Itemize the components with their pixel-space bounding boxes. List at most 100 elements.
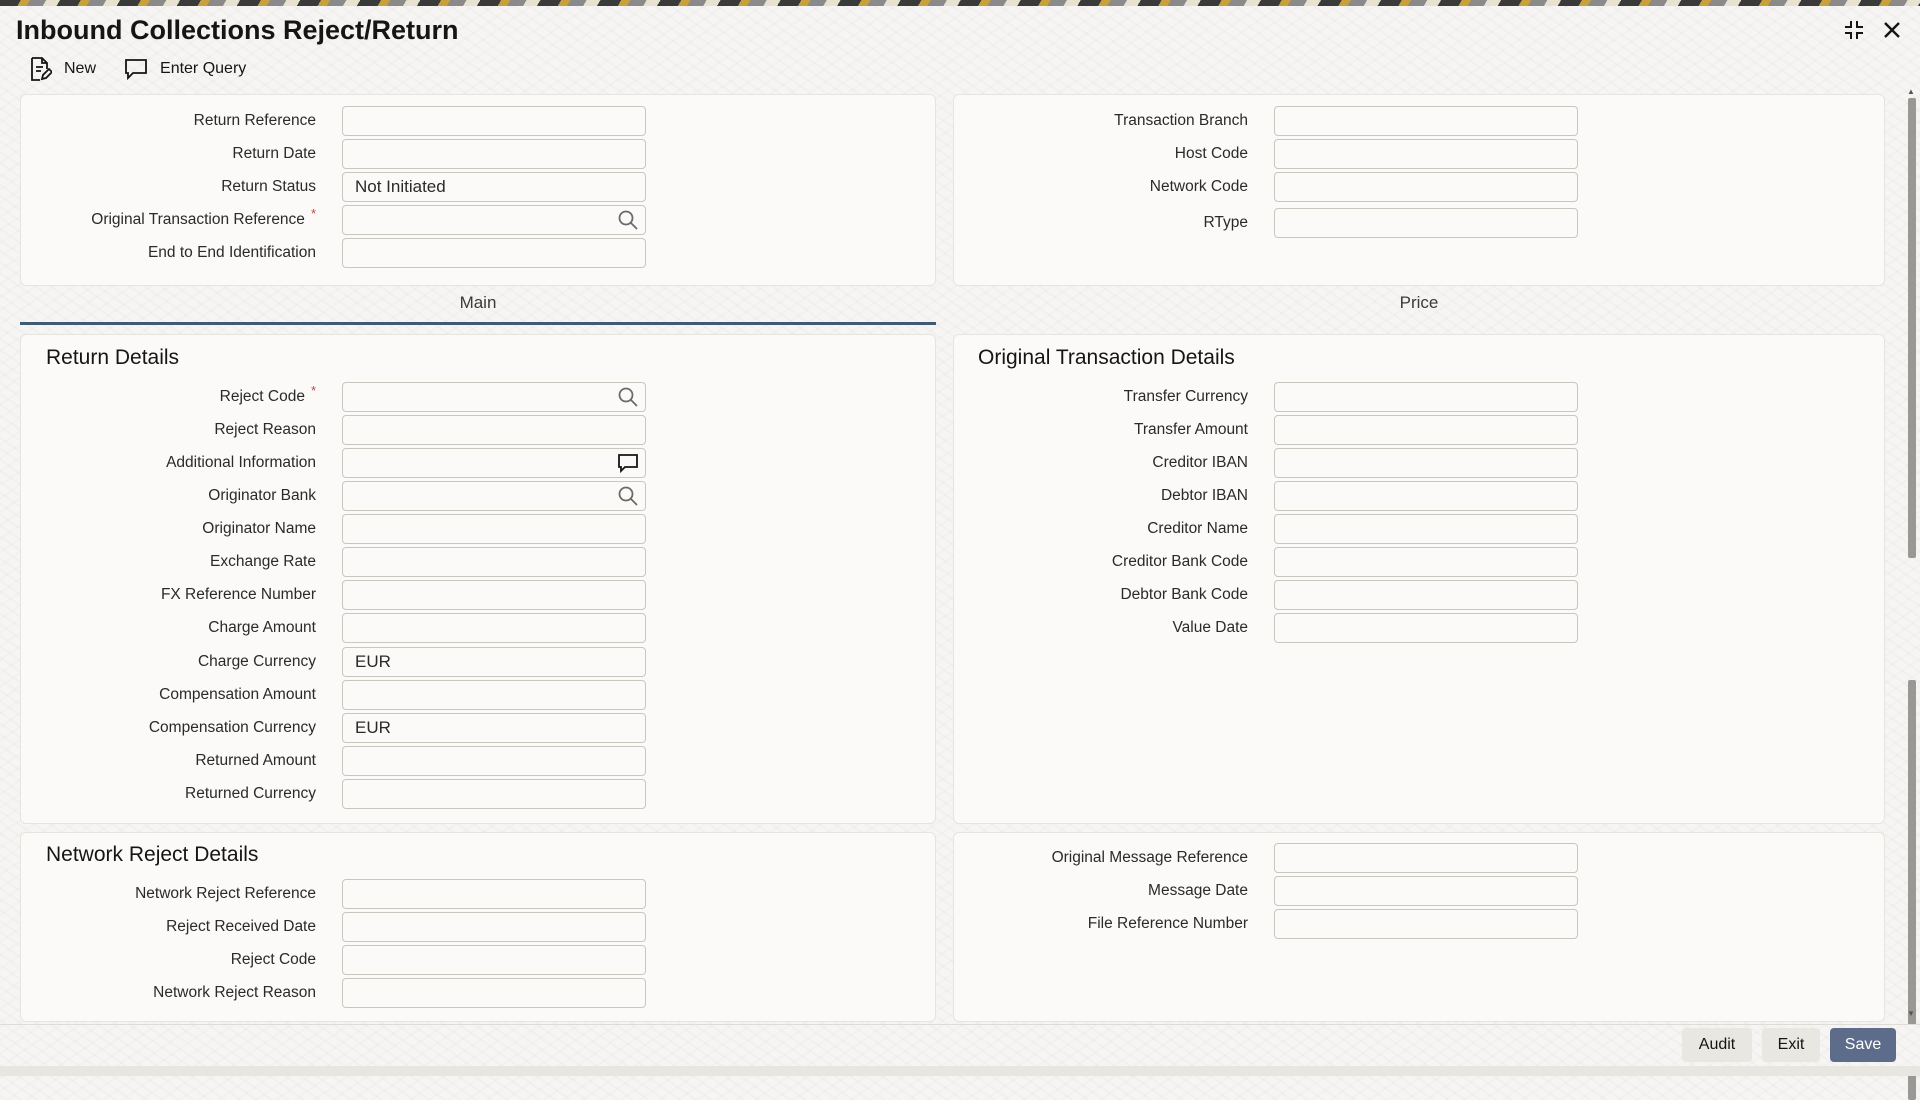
new-label: New [64,60,97,77]
returned-amount-label: Returned Amount [195,752,316,769]
creditor-bank-code-input[interactable] [1274,547,1578,577]
network-code-input[interactable] [1274,172,1578,202]
charge-currency-label: Charge Currency [197,653,316,670]
debtor-bank-code-label: Debtor Bank Code [1120,586,1248,603]
query-chat-icon [125,59,147,80]
tab-price[interactable]: Price [953,293,1885,313]
original-message-reference-label: Original Message Reference [1051,849,1248,866]
file-reference-number-label: File Reference Number [1087,915,1248,932]
originator-bank-label: Originator Bank [208,487,316,504]
original-transaction-reference-label-wrap: Original Transaction Reference * [0,204,316,236]
file-reference-number-input[interactable] [1274,909,1578,939]
exchange-rate-input[interactable] [342,547,646,577]
return-date-label: Return Date [232,145,316,162]
transfer-currency-label: Transfer Currency [1123,388,1248,405]
reject-received-date-input[interactable] [342,912,646,942]
rtype-input[interactable] [1274,208,1578,238]
debtor-iban-input[interactable] [1274,481,1578,511]
return-reference-label: Return Reference [193,112,316,129]
comment-icon[interactable] [617,452,639,474]
page-title: Inbound Collections Reject/Return [16,15,459,45]
scroll-down-arrow-icon[interactable]: ▼ [1906,1010,1916,1018]
search-icon[interactable] [617,209,639,231]
enter-query-label: Enter Query [160,60,247,77]
reject-code-input[interactable] [342,382,646,412]
network-reject-code-input[interactable] [342,945,646,975]
scroll-up-arrow-icon[interactable]: ▲ [1906,88,1916,96]
required-marker: * [310,383,316,398]
search-icon[interactable] [617,386,639,408]
host-code-label: Host Code [1174,145,1248,162]
original-message-reference-input[interactable] [1274,843,1578,873]
vertical-scrollbar[interactable]: ▲ ▼ [1906,88,1916,1100]
return-status-input[interactable]: Not Initiated [342,172,646,202]
return-date-input[interactable] [342,139,646,169]
additional-information-label: Additional Information [166,454,316,471]
required-marker: * [310,206,316,221]
host-code-input[interactable] [1274,139,1578,169]
originator-name-input[interactable] [342,514,646,544]
network-reject-reference-label: Network Reject Reference [135,885,316,902]
fx-reference-number-label: FX Reference Number [160,586,316,603]
tab-main[interactable]: Main [20,293,936,313]
audit-button[interactable]: Audit [1682,1028,1752,1062]
value-date-input[interactable] [1274,613,1578,643]
compensation-amount-input[interactable] [342,680,646,710]
enter-query-button[interactable]: Enter Query [124,58,246,80]
value-date-label: Value Date [1172,619,1248,636]
search-icon[interactable] [617,485,639,507]
charge-amount-input[interactable] [342,613,646,643]
return-reference-input[interactable] [342,106,646,136]
creditor-name-label: Creditor Name [1147,520,1248,537]
transfer-amount-input[interactable] [1274,415,1578,445]
additional-information-input[interactable] [342,448,646,478]
fx-reference-number-input[interactable] [342,580,646,610]
end-to-end-identification-label: End to End Identification [147,244,316,261]
network-reject-code-label: Reject Code [230,951,316,968]
return-status-label: Return Status [221,178,316,195]
returned-currency-input[interactable] [342,779,646,809]
original-transaction-reference-input[interactable] [342,205,646,235]
reject-reason-input[interactable] [342,415,646,445]
creditor-iban-label: Creditor IBAN [1152,454,1248,471]
originator-bank-input[interactable] [342,481,646,511]
transfer-amount-label: Transfer Amount [1133,421,1248,438]
creditor-iban-input[interactable] [1274,448,1578,478]
footer-bar [0,1024,1920,1067]
network-code-label: Network Code [1149,178,1248,195]
network-reject-reason-input[interactable] [342,978,646,1008]
new-button[interactable]: New [28,56,96,82]
close-icon[interactable] [1880,18,1904,42]
message-date-label: Message Date [1148,882,1248,899]
charge-currency-input[interactable]: EUR [342,647,646,677]
active-tab-indicator [20,322,936,325]
network-reject-details-title: Network Reject Details [46,843,259,866]
returned-currency-label: Returned Currency [185,785,316,802]
message-date-input[interactable] [1274,876,1578,906]
creditor-bank-code-label: Creditor Bank Code [1111,553,1248,570]
original-transaction-reference-label: Original Transaction Reference [91,211,305,228]
transaction-branch-input[interactable] [1274,106,1578,136]
compensation-amount-label: Compensation Amount [159,686,316,703]
compensation-currency-input[interactable]: EUR [342,713,646,743]
transaction-branch-label: Transaction Branch [1114,112,1248,129]
reject-received-date-label: Reject Received Date [166,918,316,935]
toolbar: New Enter Query [28,56,246,82]
returned-amount-input[interactable] [342,746,646,776]
save-button[interactable]: Save [1830,1028,1896,1062]
transfer-currency-input[interactable] [1274,382,1578,412]
network-reject-reason-label: Network Reject Reason [153,984,316,1001]
return-details-title: Return Details [46,346,180,369]
minimize-icon[interactable] [1842,18,1866,42]
bottom-edge [0,1066,1920,1076]
network-reject-reference-input[interactable] [342,879,646,909]
reject-reason-label: Reject Reason [214,421,316,438]
end-to-end-identification-input[interactable] [342,238,646,268]
scrollbar-thumb[interactable] [1908,98,1916,558]
creditor-name-input[interactable] [1274,514,1578,544]
new-document-icon [31,57,52,81]
exit-button[interactable]: Exit [1762,1028,1820,1062]
debtor-bank-code-input[interactable] [1274,580,1578,610]
reject-code-label: Reject Code [219,388,305,405]
rtype-label: RType [1203,214,1248,231]
